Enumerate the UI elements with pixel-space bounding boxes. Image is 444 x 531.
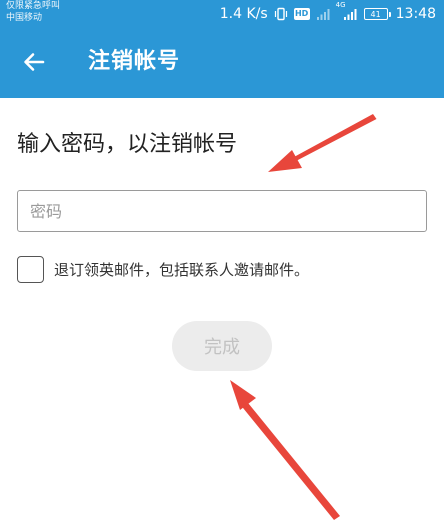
app-bar-title: 注销帐号 [88,49,181,74]
signal-strength-icon [316,7,330,21]
emergency-call-text: 仅限紧急呼叫 [6,1,61,11]
vibrate-icon [274,7,288,21]
app-header: 仅限紧急呼叫 中国移动 1.4 K/s HD 4G 41 13:48 注销帐号 [0,0,444,98]
status-bar-left: 仅限紧急呼叫 中国移动 [6,0,60,24]
battery-icon: 41 [363,8,391,20]
done-button[interactable]: 完成 [172,321,272,371]
status-bar-right: 1.4 K/s HD 4G 41 13:48 [219,1,436,23]
carrier-name: 中国移动 [6,13,43,23]
network-type-label: 4G [335,1,346,9]
red-arrow-heading-icon [268,114,377,172]
red-arrow-done-button-icon [230,380,340,520]
network-speed: 1.4 K/s [219,6,268,22]
page-heading: 输入密码，以注销帐号 [17,132,238,157]
unsubscribe-label: 退订领英邮件，包括联系人邀请邮件。 [54,261,310,279]
clock-time: 13:48 [395,6,436,22]
hd-voice-icon: HD [293,8,310,20]
unsubscribe-checkbox[interactable] [17,256,44,283]
password-input[interactable] [17,190,427,232]
arrow-left-icon [24,53,45,71]
back-button[interactable] [18,46,50,78]
network-4g-signal-icon: 4G [336,1,358,21]
